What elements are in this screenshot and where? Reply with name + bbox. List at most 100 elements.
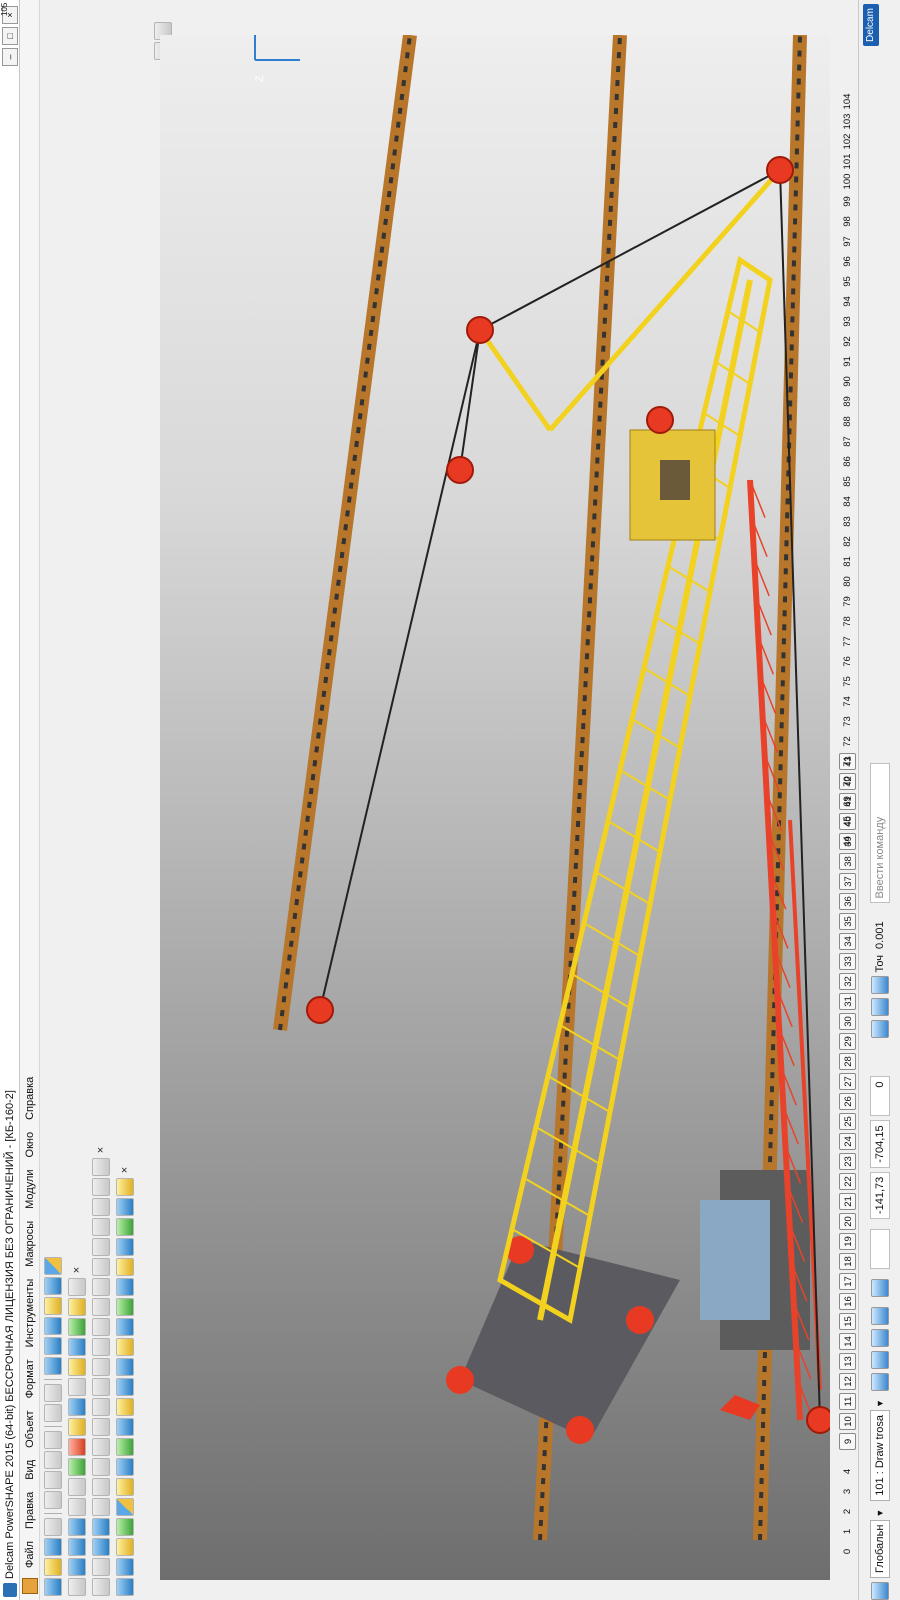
tolerance-value[interactable]: 0.001 <box>874 921 886 949</box>
dimension-icon[interactable] <box>116 1398 134 1416</box>
level-number[interactable]: 76 <box>839 653 856 670</box>
wrap-icon[interactable] <box>116 1258 134 1276</box>
level-selector[interactable]: 101 : Draw trosa ▼ <box>869 1399 891 1501</box>
grid-icon[interactable] <box>870 1279 889 1298</box>
level-number[interactable]: 84 <box>839 493 856 510</box>
inspect-icon[interactable] <box>116 1218 134 1236</box>
level-number[interactable]: 70 <box>839 773 856 790</box>
document-icon[interactable] <box>21 1578 38 1594</box>
shading-icon[interactable] <box>116 1198 134 1216</box>
level-number[interactable]: 96 <box>839 253 856 270</box>
level-number[interactable]: 73 <box>839 713 856 730</box>
analysis-icon[interactable] <box>116 1318 134 1336</box>
copy-object-icon[interactable] <box>92 1578 110 1596</box>
menu-window[interactable]: Окно <box>24 1126 36 1164</box>
calculator-icon[interactable] <box>870 1020 889 1039</box>
material-icon[interactable] <box>68 1438 86 1456</box>
x-coordinate[interactable]: -141,73 <box>869 1171 890 1220</box>
level-number[interactable]: 82 <box>839 533 856 550</box>
level-number[interactable]: 18 <box>839 1253 856 1270</box>
split-icon[interactable] <box>92 1378 110 1396</box>
view-front-icon[interactable] <box>68 1558 86 1576</box>
level-number[interactable]: 74 <box>839 693 856 710</box>
workplane-dropdown[interactable]: Глобальн <box>869 1519 890 1578</box>
circle-icon[interactable] <box>44 1337 62 1355</box>
toolpath-icon[interactable] <box>116 1238 134 1256</box>
level-dropdown[interactable]: 101 : Draw trosa <box>869 1409 890 1501</box>
zoom-all-icon[interactable] <box>68 1478 86 1496</box>
level-number[interactable]: 19 <box>839 1233 856 1250</box>
level-number[interactable]: 20 <box>839 1213 856 1230</box>
level-number[interactable]: 29 <box>839 1033 856 1050</box>
boolean-icon[interactable] <box>92 1338 110 1356</box>
symbol-icon[interactable] <box>116 1438 134 1456</box>
delete-icon[interactable] <box>44 1431 62 1449</box>
curve-icon[interactable] <box>44 1317 62 1335</box>
level-number[interactable]: 98 <box>839 213 856 230</box>
menu-edit[interactable]: Правка <box>24 1486 36 1535</box>
undo-icon[interactable] <box>44 1404 62 1422</box>
menu-file[interactable]: Файл <box>24 1535 36 1574</box>
copy-icon[interactable] <box>44 1471 62 1489</box>
level-number[interactable]: 16 <box>839 1293 856 1310</box>
mirror-icon[interactable] <box>92 1558 110 1576</box>
level-number[interactable]: 13 <box>839 1353 856 1370</box>
solid-icon[interactable] <box>68 1358 86 1376</box>
text-icon[interactable] <box>116 1418 134 1436</box>
level-number[interactable]: 89 <box>839 393 856 410</box>
paste-icon[interactable] <box>44 1451 62 1469</box>
redo-icon[interactable] <box>44 1384 62 1402</box>
join-icon[interactable] <box>92 1358 110 1376</box>
level-number[interactable]: 103 <box>839 113 856 130</box>
scale-icon[interactable] <box>92 1498 110 1516</box>
workplane-icon[interactable] <box>44 1277 62 1295</box>
level-number[interactable]: 104 <box>839 93 856 110</box>
mold-icon[interactable] <box>116 1298 134 1316</box>
extend-icon[interactable] <box>92 1398 110 1416</box>
feature-icon[interactable] <box>92 1318 110 1336</box>
workplane-mode-icon[interactable] <box>116 1378 134 1396</box>
level-number[interactable]: 26 <box>839 1093 856 1110</box>
open-model-icon[interactable] <box>44 1558 62 1576</box>
loft-icon[interactable] <box>92 1158 110 1176</box>
level-number[interactable]: 45 <box>839 813 856 830</box>
level-number[interactable]: 85 <box>839 473 856 490</box>
level-number[interactable]: 10 <box>839 1413 856 1430</box>
shell-icon[interactable] <box>92 1298 110 1316</box>
close-toolbar-icon[interactable]: × <box>119 1164 131 1176</box>
cut-icon[interactable] <box>44 1491 62 1509</box>
select-icon[interactable] <box>68 1578 86 1596</box>
level-number[interactable]: 34 <box>839 933 856 950</box>
level-number[interactable]: 15 <box>839 1313 856 1330</box>
wireframe-mode-icon[interactable] <box>116 1578 134 1596</box>
level-number[interactable]: 95 <box>839 273 856 290</box>
shaded-icon[interactable] <box>68 1458 86 1476</box>
level-number[interactable]: 28 <box>839 1053 856 1070</box>
level-number[interactable]: 11 <box>839 1393 856 1410</box>
level-number[interactable]: 21 <box>839 1193 856 1210</box>
level-number[interactable]: 0 <box>839 1543 856 1560</box>
chevron-down-icon[interactable]: ▼ <box>875 1509 885 1518</box>
level-number[interactable]: 100 <box>839 173 856 190</box>
level-number[interactable]: 9 <box>839 1433 856 1450</box>
restore-button[interactable]: □ <box>2 27 18 45</box>
level-number[interactable]: 97 <box>839 233 856 250</box>
new-model-icon[interactable] <box>44 1578 62 1596</box>
drafting-icon[interactable] <box>116 1478 134 1496</box>
menu-tools[interactable]: Инструменты <box>24 1273 36 1354</box>
level-number[interactable]: 25 <box>839 1113 856 1130</box>
menu-format[interactable]: Формат <box>24 1353 36 1404</box>
level-number[interactable]: 23 <box>839 1153 856 1170</box>
level-number[interactable]: 1 <box>839 1523 856 1540</box>
level-number[interactable]: 81 <box>839 553 856 570</box>
level-number[interactable]: 32 <box>839 973 856 990</box>
wireframe-icon[interactable] <box>68 1398 86 1416</box>
level-number[interactable]: 77 <box>839 633 856 650</box>
units-icon[interactable] <box>870 998 889 1017</box>
electrode-icon[interactable] <box>116 1498 134 1516</box>
level-number[interactable]: 101 <box>839 153 856 170</box>
light-icon[interactable] <box>68 1418 86 1436</box>
level-number[interactable]: 102 <box>839 133 856 150</box>
level-number[interactable]: 24 <box>839 1133 856 1150</box>
level-number[interactable]: 94 <box>839 293 856 310</box>
